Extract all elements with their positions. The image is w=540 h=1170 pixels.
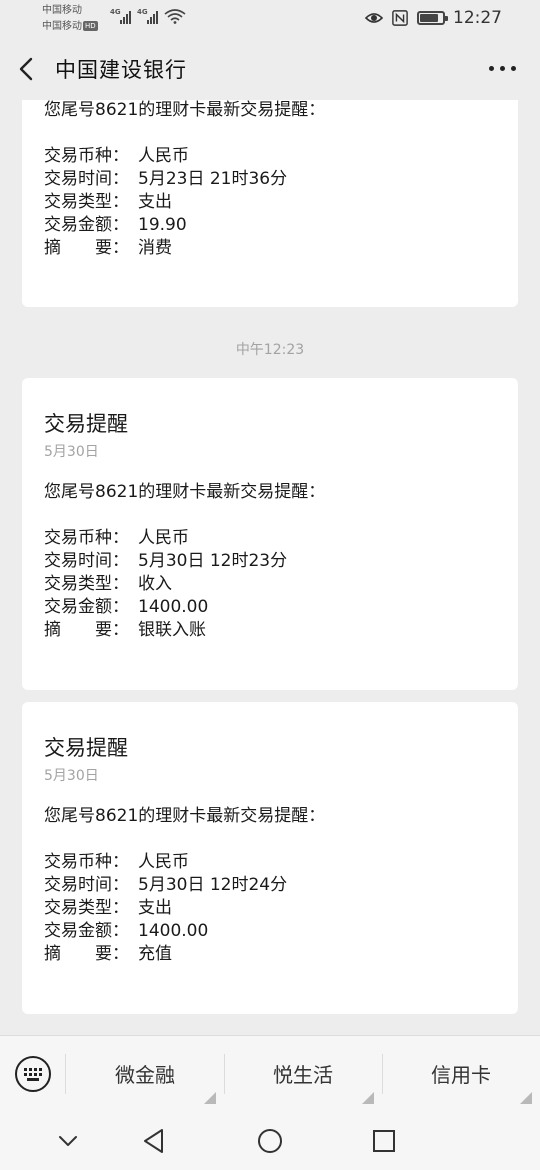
card-title: 交易提醒 [44,412,128,436]
detail-value: 人民币 [138,146,189,166]
message-card[interactable]: 交易提醒 5月30日 您尾号8621的理财卡最新交易提醒： 交易币种： 人民币 交… [22,378,518,690]
keyboard-toggle-button[interactable] [0,1053,66,1094]
official-account-menu: 微金融 悦生活 信用卡 [0,1035,540,1111]
chat-timestamp: 中午12:23 [235,342,305,358]
card-date: 5月30日 [44,444,99,460]
detail-key: 交易时间： [44,169,129,189]
carrier-2: 中国移动 [42,21,82,32]
clock: 12:27 [453,8,502,28]
menu-item-life[interactable]: 悦生活 [224,1036,382,1112]
status-bar: 中国移动 中国移动 HD 4G 4G 12:27 [0,0,540,38]
detail-value: 消费 [138,238,172,258]
detail-key: 交易币种： [44,528,129,548]
detail-value: 5月23日 21时36分 [138,169,288,189]
detail-key: 交易类型： [44,898,129,918]
detail-key: 交易币种： [44,146,129,166]
battery-icon [417,11,448,25]
message-card[interactable]: 交易提醒 5月30日 您尾号8621的理财卡最新交易提醒： 交易币种： 人民币 交… [22,702,518,1014]
submenu-indicator-icon [362,1091,374,1104]
chevron-down-icon[interactable] [54,1127,82,1155]
detail-row: 交易金额： 1400.00 [44,596,496,619]
detail-value: 1400.00 [138,921,209,941]
detail-value: 1400.00 [138,597,209,617]
eye-icon [365,13,383,23]
page-title: 中国建设银行 [55,58,187,82]
detail-row: 摘 要： 银联入账 [44,619,496,642]
detail-row: 交易时间： 5月30日 12时23分 [44,550,496,573]
transaction-details: 交易币种： 人民币 交易时间： 5月30日 12时23分 交易类型： 收入 交易金额：… [44,527,496,642]
menu-item-credit-card[interactable]: 信用卡 [382,1036,540,1112]
transaction-details: 交易币种： 人民币 交易时间： 5月30日 12时24分 交易类型： 支出 交易金额：… [44,851,496,966]
detail-key: 交易币种： [44,852,129,872]
carrier-info: 中国移动 中国移动 HD [42,3,98,35]
keyboard-icon [14,1055,51,1092]
menu-label: 信用卡 [431,1063,491,1087]
detail-key: 交易金额： [44,921,129,941]
detail-row: 交易时间： 5月30日 12时24分 [44,874,496,897]
card-date: 5月30日 [44,768,99,784]
detail-value: 银联入账 [138,620,206,640]
detail-value: 5月30日 12时24分 [138,875,288,895]
system-nav-bar [0,1111,540,1170]
menu-label: 微金融 [115,1063,175,1087]
detail-row: 交易币种： 人民币 [44,851,496,874]
detail-key: 摘 要： [44,944,129,964]
message-list[interactable]: 您尾号8621的理财卡最新交易提醒： 交易币种： 人民币 交易时间： 5月23日 2… [0,100,540,1035]
detail-value: 收入 [138,574,172,594]
transaction-details: 交易币种： 人民币 交易时间： 5月23日 21时36分 交易类型： 支出 交易金额：… [44,145,496,260]
battery-level [420,14,438,22]
signal-indicators: 4G 4G [110,8,186,24]
nfc-icon [392,10,408,26]
network-type-1: 4G [110,8,121,16]
back-arrow-icon[interactable] [14,54,40,84]
menu-label: 悦生活 [273,1063,333,1087]
message-intro: 您尾号8621的理财卡最新交易提醒： [44,806,326,826]
back-triangle-icon[interactable] [140,1127,168,1155]
detail-row: 交易币种： 人民币 [44,527,496,550]
submenu-indicator-icon [520,1091,532,1104]
chat-header: 中国建设银行 [0,38,540,100]
wifi-icon [164,9,186,24]
message-intro: 您尾号8621的理财卡最新交易提醒： [44,482,326,502]
detail-row: 交易时间： 5月23日 21时36分 [44,168,496,191]
detail-row: 摘 要： 消费 [44,237,496,260]
detail-key: 交易金额： [44,597,129,617]
signal-icon-1: 4G [110,8,131,24]
detail-row: 交易金额： 19.90 [44,214,496,237]
detail-key: 交易时间： [44,551,129,571]
recents-square-icon[interactable] [370,1127,398,1155]
detail-row: 交易金额： 1400.00 [44,920,496,943]
detail-row: 交易类型： 收入 [44,573,496,596]
detail-key: 交易金额： [44,215,129,235]
hd-badge: HD [83,21,98,31]
detail-value: 支出 [138,898,172,918]
detail-value: 19.90 [138,215,187,235]
detail-value: 支出 [138,192,172,212]
network-type-2: 4G [137,8,148,16]
detail-row: 摘 要： 充值 [44,943,496,966]
detail-key: 摘 要： [44,620,129,640]
detail-key: 交易类型： [44,192,129,212]
menu-item-finance[interactable]: 微金融 [66,1036,224,1112]
detail-key: 交易时间： [44,875,129,895]
detail-value: 人民币 [138,852,189,872]
detail-key: 摘 要： [44,238,129,258]
submenu-indicator-icon [204,1091,216,1104]
message-intro: 您尾号8621的理财卡最新交易提醒： [44,100,326,120]
detail-row: 交易类型： 支出 [44,191,496,214]
home-circle-icon[interactable] [256,1127,284,1155]
card-title: 交易提醒 [44,736,128,760]
detail-row: 交易类型： 支出 [44,897,496,920]
more-options-icon[interactable] [489,66,516,71]
carrier-1: 中国移动 [42,5,82,16]
detail-value: 人民币 [138,528,189,548]
signal-icon-2: 4G [137,8,158,24]
message-card: 您尾号8621的理财卡最新交易提醒： 交易币种： 人民币 交易时间： 5月23日 2… [22,100,518,307]
detail-key: 交易类型： [44,574,129,594]
status-right: 12:27 [365,8,502,28]
detail-value: 5月30日 12时23分 [138,551,288,571]
detail-row: 交易币种： 人民币 [44,145,496,168]
detail-value: 充值 [138,944,172,964]
